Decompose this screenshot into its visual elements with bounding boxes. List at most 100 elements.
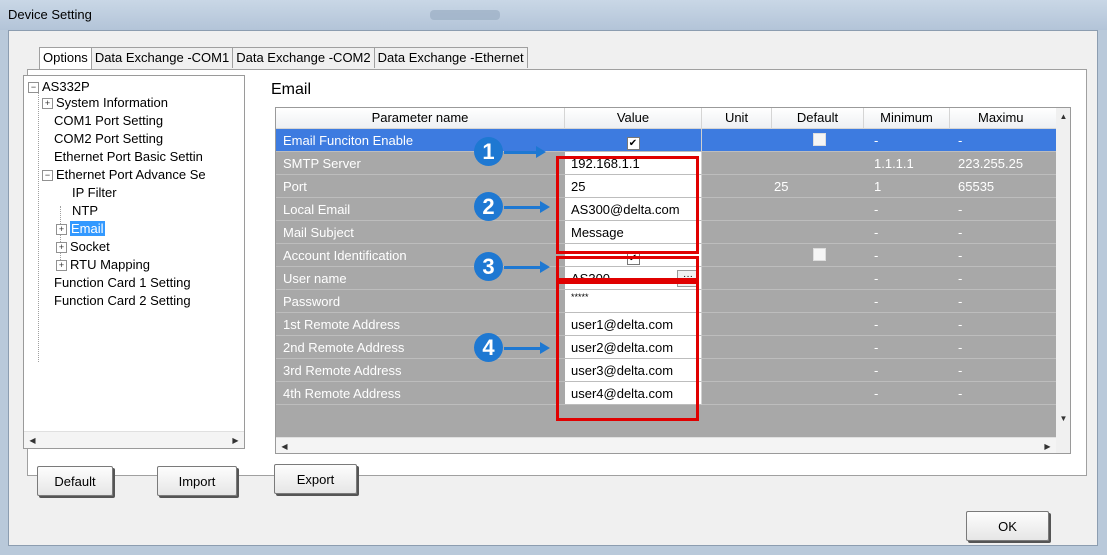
default-cell bbox=[772, 267, 864, 290]
expand-icon[interactable]: + bbox=[56, 224, 67, 235]
default-checkbox bbox=[812, 133, 826, 146]
table-row-remote-address-2[interactable]: 2nd Remote Address user2@delta.com - - bbox=[276, 336, 1056, 359]
default-cell bbox=[772, 198, 864, 221]
callout-1-badge: 1 bbox=[474, 137, 503, 166]
remote-address-2-field[interactable]: user2@delta.com bbox=[565, 336, 702, 359]
browse-button[interactable]: ··· bbox=[677, 270, 699, 287]
table-row-mail-subject[interactable]: Mail Subject Message - - bbox=[276, 221, 1056, 244]
tree-item-label: Email bbox=[70, 221, 105, 236]
tree-item-label: IP Filter bbox=[72, 185, 117, 200]
tree-item-rtu-mapping[interactable]: + RTU Mapping bbox=[56, 256, 150, 274]
mail-subject-field[interactable]: Message bbox=[565, 221, 702, 244]
param-name: Local Email bbox=[276, 198, 565, 221]
min-cell: - bbox=[864, 290, 950, 313]
table-row-port[interactable]: Port 25 25 1 65535 bbox=[276, 175, 1056, 198]
default-checkbox bbox=[812, 248, 826, 261]
scroll-left-icon[interactable]: ◀ bbox=[276, 438, 293, 453]
tab-data-exchange-ethernet[interactable]: Data Exchange -Ethernet bbox=[373, 47, 528, 68]
table-row-user-name[interactable]: User name AS300 ··· - - bbox=[276, 267, 1056, 290]
local-email-field[interactable]: AS300@delta.com bbox=[565, 198, 702, 221]
tree-item-ip-filter[interactable]: IP Filter bbox=[72, 184, 117, 202]
header-unit[interactable]: Unit bbox=[702, 108, 772, 128]
tab-data-exchange-com1[interactable]: Data Exchange -COM1 bbox=[90, 47, 234, 68]
expand-icon[interactable]: + bbox=[42, 98, 53, 109]
unit-cell bbox=[702, 175, 772, 198]
tab-data-exchange-com2[interactable]: Data Exchange -COM2 bbox=[232, 47, 375, 68]
scroll-left-icon[interactable]: ◀ bbox=[24, 432, 41, 448]
tree-item-function-card-1[interactable]: Function Card 1 Setting bbox=[54, 274, 191, 292]
table-row-smtp-server[interactable]: SMTP Server 192.168.1.1 1.1.1.1 223.255.… bbox=[276, 152, 1056, 175]
table-row-local-email[interactable]: Local Email AS300@delta.com - - bbox=[276, 198, 1056, 221]
expand-icon[interactable]: + bbox=[56, 242, 67, 253]
value-cell[interactable]: ✔ bbox=[565, 244, 702, 267]
table-row-email-enable[interactable]: Email Funciton Enable ✔ - - bbox=[276, 129, 1056, 152]
default-cell: 25 bbox=[772, 175, 864, 198]
tab-options[interactable]: Options bbox=[39, 47, 92, 69]
param-name: Port bbox=[276, 175, 565, 198]
expand-icon[interactable]: + bbox=[56, 260, 67, 271]
default-cell bbox=[772, 244, 864, 267]
password-field[interactable]: ***** bbox=[565, 290, 702, 313]
remote-address-3-field[interactable]: user3@delta.com bbox=[565, 359, 702, 382]
remote-address-1-field[interactable]: user1@delta.com bbox=[565, 313, 702, 336]
table-row-remote-address-1[interactable]: 1st Remote Address user1@delta.com - - bbox=[276, 313, 1056, 336]
scroll-right-icon[interactable]: ▶ bbox=[227, 432, 244, 448]
smtp-server-field[interactable]: 192.168.1.1 bbox=[565, 152, 702, 175]
max-cell: - bbox=[950, 382, 1056, 405]
scroll-down-icon[interactable]: ▼ bbox=[1055, 410, 1070, 427]
tree-item-ntp[interactable]: NTP bbox=[72, 202, 98, 220]
table-row-account-identification[interactable]: Account Identification ✔ - - bbox=[276, 244, 1056, 267]
tree-item-label: Function Card 2 Setting bbox=[54, 293, 191, 308]
tree-item-socket[interactable]: + Socket bbox=[56, 238, 110, 256]
default-cell bbox=[772, 129, 864, 152]
header-parameter-name[interactable]: Parameter name bbox=[276, 108, 565, 128]
tree-item-email[interactable]: + Email bbox=[56, 220, 105, 238]
collapse-icon[interactable]: − bbox=[28, 82, 39, 93]
scroll-up-icon[interactable]: ▲ bbox=[1055, 108, 1070, 125]
unit-cell bbox=[702, 382, 772, 405]
header-default[interactable]: Default bbox=[772, 108, 864, 128]
grid-horizontal-scrollbar[interactable]: ◀ ▶ bbox=[276, 437, 1056, 453]
settings-tree[interactable]: − AS332P + System Information COM1 Port Se… bbox=[23, 75, 245, 449]
scroll-right-icon[interactable]: ▶ bbox=[1039, 438, 1056, 453]
tree-item-function-card-2[interactable]: Function Card 2 Setting bbox=[54, 292, 191, 310]
unit-cell bbox=[702, 129, 772, 152]
header-value[interactable]: Value bbox=[565, 108, 702, 128]
tree-item-com2[interactable]: COM2 Port Setting bbox=[54, 130, 163, 148]
header-maximum[interactable]: Maximu bbox=[950, 108, 1056, 128]
port-field[interactable]: 25 bbox=[565, 175, 702, 198]
parameter-grid[interactable]: Parameter name Value Unit Default Minimu… bbox=[275, 107, 1071, 454]
tree-item-com1[interactable]: COM1 Port Setting bbox=[54, 112, 163, 130]
remote-address-4-field[interactable]: user4@delta.com bbox=[565, 382, 702, 405]
tree-item-system-information[interactable]: + System Information bbox=[42, 94, 168, 112]
email-enable-checkbox[interactable]: ✔ bbox=[626, 137, 640, 150]
table-row-password[interactable]: Password ***** - - bbox=[276, 290, 1056, 313]
section-title: Email bbox=[271, 81, 312, 98]
tree-horizontal-scrollbar[interactable]: ◀ ▶ bbox=[24, 431, 244, 448]
title-bar[interactable]: Device Setting bbox=[0, 0, 1107, 30]
title-bar-blur bbox=[430, 10, 500, 20]
unit-cell bbox=[702, 336, 772, 359]
table-row-remote-address-3[interactable]: 3rd Remote Address user3@delta.com - - bbox=[276, 359, 1056, 382]
tree-item-ethernet-advance[interactable]: − Ethernet Port Advance Se bbox=[42, 166, 206, 184]
collapse-icon[interactable]: − bbox=[42, 170, 53, 181]
default-button[interactable]: Default bbox=[37, 466, 113, 496]
max-cell: - bbox=[950, 290, 1056, 313]
tree-item-ethernet-basic[interactable]: Ethernet Port Basic Settin bbox=[54, 148, 203, 166]
header-minimum[interactable]: Minimum bbox=[864, 108, 950, 128]
export-button[interactable]: Export bbox=[274, 464, 357, 494]
max-cell: - bbox=[950, 244, 1056, 267]
default-cell bbox=[772, 290, 864, 313]
callout-4-badge: 4 bbox=[474, 333, 503, 362]
account-identification-checkbox[interactable]: ✔ bbox=[626, 252, 640, 265]
ok-button[interactable]: OK bbox=[966, 511, 1049, 541]
import-button[interactable]: Import bbox=[157, 466, 237, 496]
table-row-remote-address-4[interactable]: 4th Remote Address user4@delta.com - - bbox=[276, 382, 1056, 405]
min-cell: 1.1.1.1 bbox=[864, 152, 950, 175]
param-name: 1st Remote Address bbox=[276, 313, 565, 336]
value-cell[interactable]: ✔ bbox=[565, 129, 702, 152]
tree-item-label: System Information bbox=[56, 95, 168, 110]
grid-vertical-scrollbar[interactable]: ▲ ▼ bbox=[1055, 108, 1070, 453]
user-name-field[interactable]: AS300 ··· bbox=[565, 267, 702, 290]
min-cell: - bbox=[864, 336, 950, 359]
